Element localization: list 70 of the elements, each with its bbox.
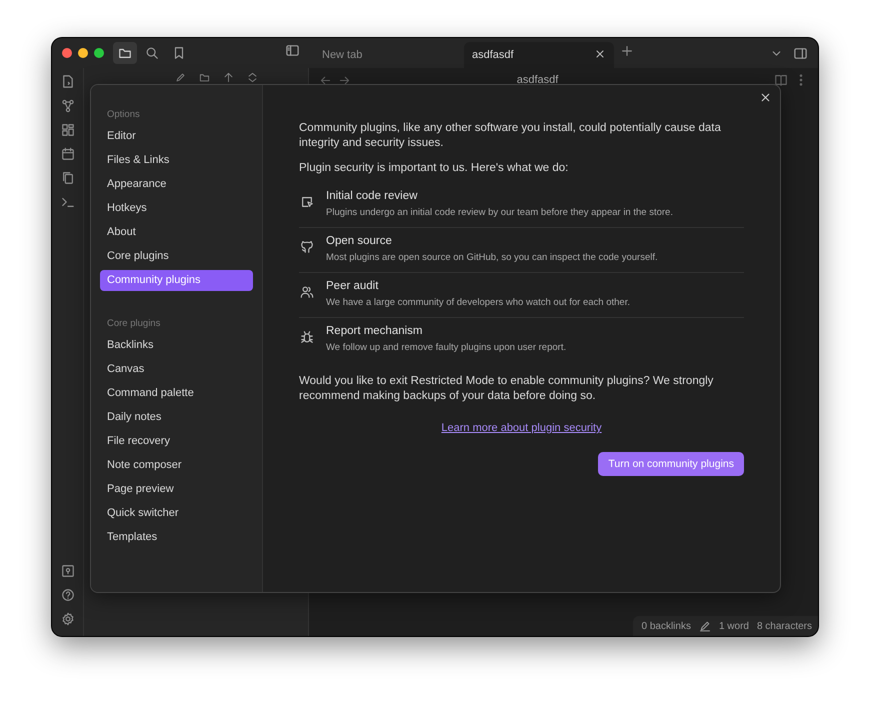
settings-nav-item[interactable]: Quick switcher <box>100 503 253 524</box>
calendar-icon <box>60 147 74 161</box>
graph-icon <box>60 99 74 113</box>
help-icon <box>60 588 74 602</box>
intro-text: Community plugins, like any other software you install, could potentially cause data integrity and security issues. <box>299 121 722 151</box>
new-tab-icon <box>620 44 634 58</box>
users-icon <box>300 285 314 299</box>
feature-title: Report mechanism <box>326 324 424 339</box>
settings-nav-item[interactable]: Core plugins <box>100 246 253 267</box>
turn-on-plugins-button[interactable]: Turn on community plugins <box>598 452 744 476</box>
settings-nav-item[interactable]: Files & Links <box>100 150 253 171</box>
bookmark-icon <box>172 46 186 60</box>
settings-nav-item[interactable]: Daily notes <box>100 407 253 428</box>
sidebar-toggle-icon <box>285 43 300 58</box>
cursor-box-icon <box>300 195 314 209</box>
feature-description: Plugins undergo an initial code review by our team before they appear in the store. <box>326 206 673 220</box>
right-sidebar-icon <box>793 46 808 60</box>
zoom-window-button[interactable] <box>94 48 104 58</box>
word-count: 1 word <box>718 620 749 632</box>
section-heading: Core plugins <box>106 317 162 331</box>
back-icon <box>319 74 332 86</box>
settings-nav-item[interactable]: Appearance <box>100 174 253 195</box>
vault-icon <box>60 564 74 578</box>
close-window-button[interactable] <box>62 48 72 58</box>
feature-description: We have a large community of developers who watch out for each other. <box>326 296 630 310</box>
settings-nav-item[interactable]: Note composer <box>100 455 253 476</box>
settings-nav-item[interactable]: Command palette <box>100 383 253 404</box>
settings-nav-item[interactable]: Hotkeys <box>100 198 253 219</box>
security-link[interactable]: Learn more about plugin security <box>441 422 602 434</box>
reading-view-icon <box>774 73 788 87</box>
terminal-icon <box>60 195 74 209</box>
new-note-icon <box>174 72 186 83</box>
pencil-icon <box>698 620 711 632</box>
feature-title: Initial code review <box>326 189 418 204</box>
lead-text: Plugin security is important to us. Here's what we do: <box>299 161 570 176</box>
chevrons-icon <box>246 72 258 83</box>
tab[interactable]: New tab <box>314 42 464 68</box>
settings-nav-item[interactable]: Page preview <box>100 479 253 500</box>
backlinks-count: 0 backlinks <box>641 620 691 632</box>
folder-icon <box>118 46 132 60</box>
settings-nav-item[interactable]: About <box>100 222 253 243</box>
character-count: 8 characters <box>756 620 812 632</box>
tab[interactable]: asdfasdf <box>464 42 614 68</box>
search-icon <box>145 46 159 60</box>
close-icon <box>759 91 772 104</box>
settings-nav-item[interactable]: Backlinks <box>100 335 253 356</box>
note-title: asdfasdf <box>516 74 560 86</box>
question-text: Would you like to exit Restricted Mode to enable community plugins? We strongly recommend making backups of your data before doing so. <box>299 374 714 404</box>
copy-icon <box>60 171 74 185</box>
sort-icon <box>222 72 234 83</box>
settings-nav-item[interactable]: File recovery <box>100 431 253 452</box>
bug-icon <box>300 330 314 344</box>
feature-description: We follow up and remove faulty plugins upon user report. <box>326 341 566 355</box>
feature-description: Most plugins are open source on GitHub, so you can inspect the code yourself. <box>326 251 658 265</box>
settings-nav-item[interactable]: Editor <box>100 126 253 147</box>
forward-icon <box>338 74 351 86</box>
note-icon <box>60 74 75 89</box>
section-heading: Options <box>106 108 141 122</box>
settings-nav-item[interactable]: Canvas <box>100 359 253 380</box>
settings-nav-item[interactable]: Community plugins <box>100 270 253 291</box>
feature-title: Open source <box>326 234 393 249</box>
grid-icon <box>60 123 74 137</box>
new-folder-icon <box>198 72 210 83</box>
github-icon <box>300 240 314 254</box>
settings-nav-item[interactable]: Templates <box>100 527 253 548</box>
folder-tool-button[interactable] <box>113 42 137 64</box>
close-tab-icon <box>594 48 606 60</box>
minimize-window-button[interactable] <box>78 48 88 58</box>
feature-title: Peer audit <box>326 279 380 294</box>
settings-icon <box>60 612 74 626</box>
